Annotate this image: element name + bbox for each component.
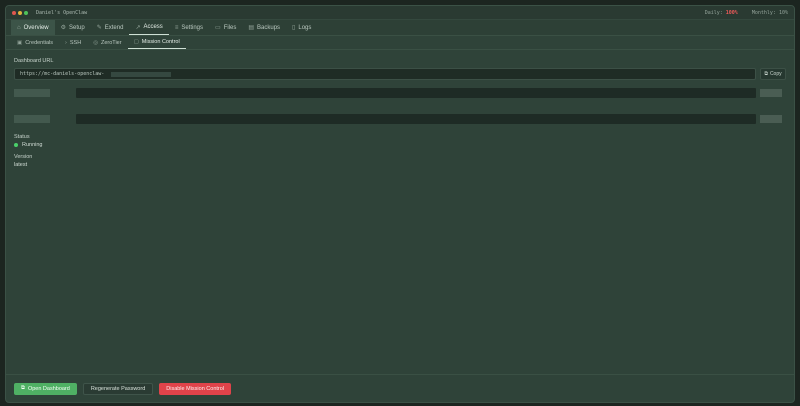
key-icon: ▣ (17, 39, 23, 46)
app-title: Daniel's OpenClaw (36, 9, 88, 16)
tab-settings[interactable]: ≡ Settings (169, 20, 209, 35)
dashboard-url-row: https://mc-daniels-openclaw- ⧉ Copy (14, 68, 786, 80)
redacted-label (14, 89, 50, 97)
copy-label: Copy (769, 71, 782, 77)
subtab-label: Mission Control (141, 39, 180, 45)
open-dashboard-label: Open Dashboard (27, 385, 70, 392)
dashboard-url-label: Dashboard URL (14, 58, 54, 64)
tab-label: Logs (298, 24, 312, 31)
access-subtabs: ▣ Credentials › SSH ◎ ZeroTier ▢ Mission… (6, 36, 794, 50)
redacted-url-part (111, 72, 171, 77)
version-value: latest (14, 162, 28, 168)
daily-usage-label: Daily: (704, 9, 723, 16)
sliders-icon: ≡ (174, 24, 179, 31)
tab-backups[interactable]: ▤ Backups (242, 20, 286, 35)
tab-label: Setup (69, 24, 85, 31)
tab-overview[interactable]: ⌂ Overview (11, 20, 55, 35)
tab-label: Backups (257, 24, 281, 31)
gear-icon: ⚙ (60, 25, 67, 31)
copy-icon: ⧉ (764, 71, 768, 77)
mission-control-panel: Dashboard URL https://mc-daniels-opencla… (6, 50, 794, 168)
subtab-label: Credentials (25, 39, 54, 46)
terminal-icon: › (65, 39, 67, 46)
version-section: Version latest (14, 154, 786, 168)
home-icon: ⌂ (17, 24, 21, 31)
external-link-icon: ⧉ (21, 385, 25, 391)
network-icon: ◎ (93, 39, 98, 46)
subtab-ssh[interactable]: › SSH (59, 36, 87, 49)
tab-label: Files (223, 24, 237, 31)
dashboard-url-value: https://mc-daniels-openclaw- (20, 71, 105, 77)
copy-button[interactable]: ⧉ Copy (760, 68, 786, 80)
regenerate-password-label: Regenerate Password (90, 385, 146, 392)
tab-label: Access (143, 24, 163, 30)
redacted-button (760, 115, 782, 123)
regenerate-password-button[interactable]: Regenerate Password (82, 382, 154, 395)
disable-mission-control-label: Disable Mission Control (166, 385, 225, 392)
chart-icon: ↗ (135, 24, 141, 31)
folder-icon: ▭ (215, 25, 221, 31)
status-label: Status (14, 134, 30, 140)
subtab-credentials[interactable]: ▣ Credentials (11, 36, 59, 49)
redacted-value (76, 114, 756, 124)
dashboard-url-field[interactable]: https://mc-daniels-openclaw- (14, 68, 756, 80)
tab-label: Extend (104, 24, 124, 31)
close-window-button[interactable] (12, 10, 16, 15)
dashboard-icon: ▢ (133, 39, 139, 45)
redacted-button (760, 89, 782, 97)
redacted-label (14, 115, 50, 123)
redacted-value (76, 88, 756, 98)
tab-files[interactable]: ▭ Files (209, 20, 242, 35)
status-dot-icon (14, 143, 18, 147)
tab-label: Overview (23, 24, 49, 31)
daily-usage-value: 100% (725, 9, 738, 16)
disable-mission-control-button[interactable]: Disable Mission Control (159, 382, 232, 395)
tab-extend[interactable]: ✎ Extend (91, 20, 130, 35)
tab-setup[interactable]: ⚙ Setup (55, 20, 91, 35)
pen-icon: ✎ (96, 25, 102, 31)
redacted-row-1 (14, 86, 786, 100)
subtab-label: ZeroTier (101, 39, 122, 46)
tab-access[interactable]: ↗ Access (129, 20, 169, 35)
tab-label: Settings (181, 24, 204, 31)
title-bar: Daniel's OpenClaw Daily: 100% Monthly: 1… (6, 6, 794, 20)
status-value: Running (22, 142, 43, 148)
usage-indicator: Daily: 100% Monthly: 10% (705, 10, 788, 16)
main-tabs: ⌂ Overview ⚙ Setup ✎ Extend ↗ Access ≡ S… (6, 20, 794, 36)
subtab-zerotier[interactable]: ◎ ZeroTier (87, 36, 127, 49)
document-icon: ▯ (292, 25, 296, 31)
open-dashboard-button[interactable]: ⧉ Open Dashboard (14, 382, 77, 395)
backup-icon: ▤ (248, 25, 255, 31)
status-section: Status Running (14, 134, 786, 148)
minimize-window-button[interactable] (18, 10, 22, 15)
tab-logs[interactable]: ▯ Logs (286, 20, 317, 35)
monthly-usage-value: 10% (778, 9, 788, 16)
version-label: Version (14, 154, 33, 160)
maximize-window-button[interactable] (24, 10, 28, 15)
subtab-mission-control[interactable]: ▢ Mission Control (127, 36, 186, 49)
monthly-usage-label: Monthly: (751, 9, 776, 16)
subtab-label: SSH (69, 39, 82, 46)
redacted-row-2 (14, 112, 786, 126)
status-indicator: Running (14, 142, 786, 148)
action-bar: ⧉ Open Dashboard Regenerate Password Dis… (6, 374, 794, 402)
app-window: Daniel's OpenClaw Daily: 100% Monthly: 1… (5, 5, 795, 403)
